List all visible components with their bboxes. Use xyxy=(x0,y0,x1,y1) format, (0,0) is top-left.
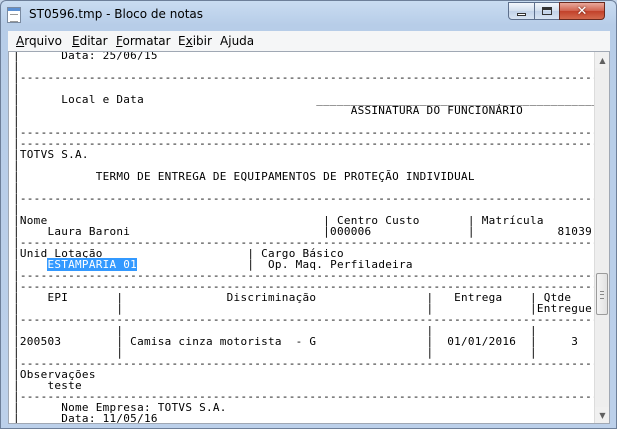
menu-ajuda[interactable]: Ajuda xyxy=(220,34,254,48)
maximize-button[interactable] xyxy=(534,2,560,20)
scroll-down-arrow-icon: ▼ xyxy=(599,410,606,420)
text-line: | | xyxy=(13,423,610,424)
scroll-down-button[interactable]: ▼ xyxy=(595,407,609,423)
menu-bar: Arquivo Editar Formatar Exibir Ajuda xyxy=(8,31,610,51)
minimize-button[interactable] xyxy=(508,2,535,20)
maximize-icon xyxy=(542,7,552,15)
close-button[interactable]: ✕ xyxy=(559,2,605,20)
text-editor[interactable]: | Data: 25/06/15 | | | |----------------… xyxy=(8,51,610,424)
document-text[interactable]: | Data: 25/06/15 | | | |----------------… xyxy=(13,52,610,424)
menu-arquivo[interactable]: Arquivo xyxy=(16,34,62,48)
menu-formatar[interactable]: Formatar xyxy=(116,34,171,48)
close-icon: ✕ xyxy=(576,3,588,19)
title-bar[interactable]: ST0596.tmp - Bloco de notas ✕ xyxy=(1,1,616,29)
scroll-up-button[interactable]: ▲ xyxy=(595,52,609,68)
window-title: ST0596.tmp - Bloco de notas xyxy=(29,7,204,21)
scrollbar-thumb[interactable] xyxy=(596,273,608,315)
minimize-icon xyxy=(517,13,526,16)
scroll-up-arrow-icon: ▲ xyxy=(599,55,606,65)
menu-editar[interactable]: Editar xyxy=(72,34,108,48)
vertical-scrollbar[interactable]: ▲ ▼ xyxy=(594,52,609,423)
menu-exibir[interactable]: Exibir xyxy=(178,34,212,48)
notepad-window: ST0596.tmp - Bloco de notas ✕ Arquivo Edi… xyxy=(0,0,617,429)
notepad-icon[interactable] xyxy=(7,7,21,23)
